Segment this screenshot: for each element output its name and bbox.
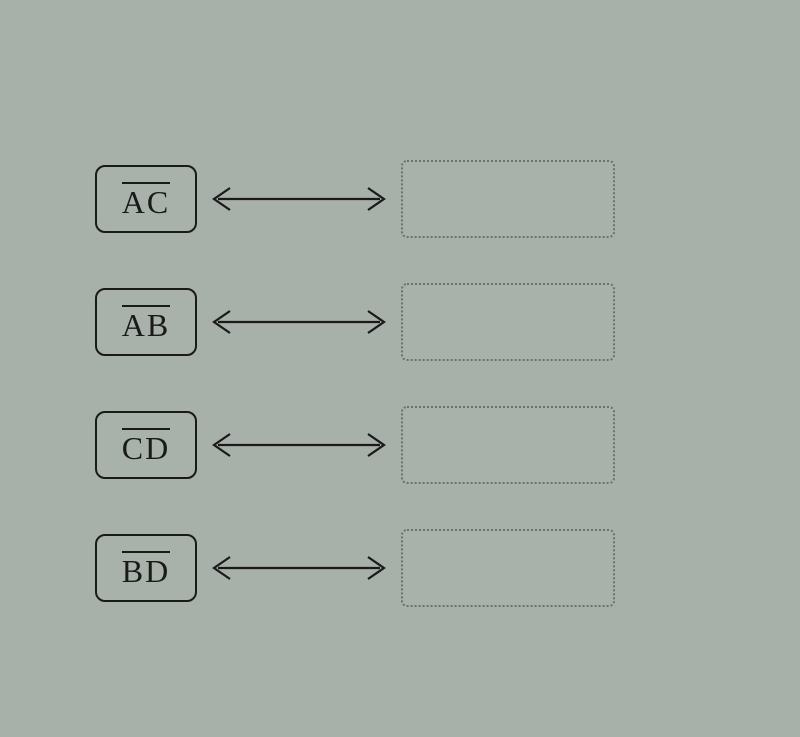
segment-tile-cd[interactable]: CD	[95, 411, 197, 479]
drop-target[interactable]	[401, 406, 615, 484]
double-arrow-icon	[199, 179, 399, 219]
drop-target[interactable]	[401, 160, 615, 238]
drop-target[interactable]	[401, 283, 615, 361]
double-arrow-icon	[199, 425, 399, 465]
double-arrow-icon	[199, 548, 399, 588]
matching-row: BD	[95, 529, 615, 607]
segment-label: AC	[122, 182, 170, 218]
matching-container: AC AB CD	[95, 160, 615, 607]
segment-tile-bd[interactable]: BD	[95, 534, 197, 602]
segment-tile-ab[interactable]: AB	[95, 288, 197, 356]
segment-tile-ac[interactable]: AC	[95, 165, 197, 233]
matching-row: CD	[95, 406, 615, 484]
double-arrow-icon	[199, 302, 399, 342]
segment-label: BD	[122, 551, 170, 587]
matching-row: AC	[95, 160, 615, 238]
matching-row: AB	[95, 283, 615, 361]
segment-label: AB	[122, 305, 170, 341]
segment-label: CD	[122, 428, 170, 464]
drop-target[interactable]	[401, 529, 615, 607]
